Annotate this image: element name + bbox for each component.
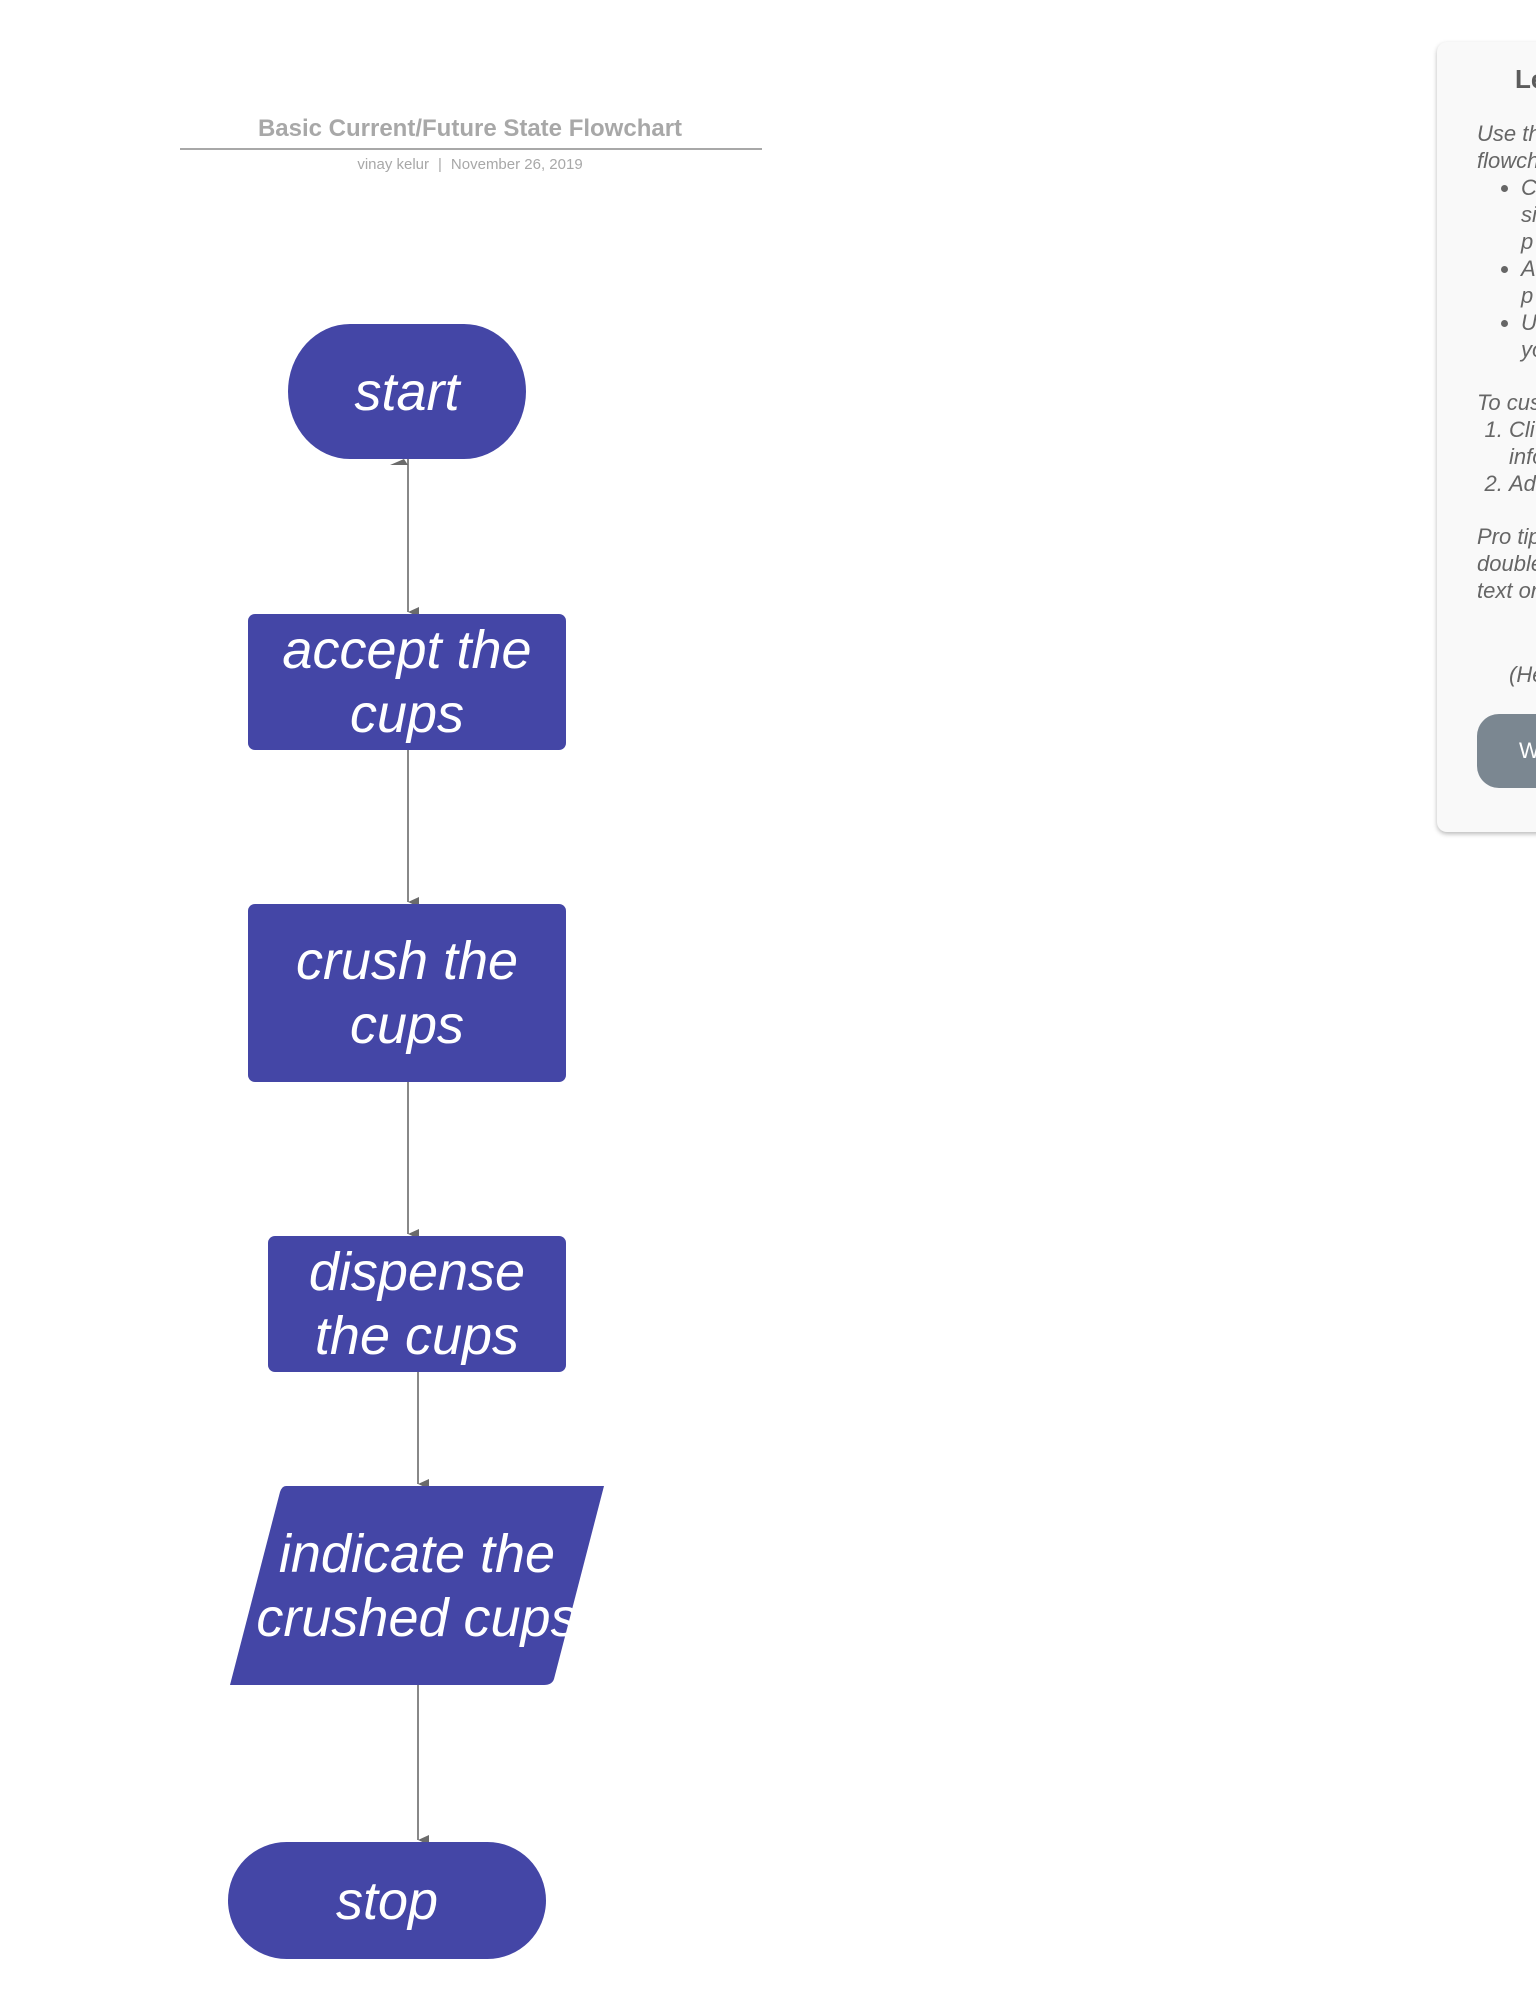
panel-step: Cli info xyxy=(1509,416,1536,470)
panel-pro-tip: Pro tip double text or xyxy=(1477,524,1536,603)
flowchart-canvas[interactable] xyxy=(0,0,1536,2000)
panel-heading: Le xyxy=(1515,64,1536,94)
panel-customize-intro: To cus xyxy=(1477,390,1536,415)
learn-panel[interactable]: Le Use th flowch C si p A p U yo To cus … xyxy=(1437,42,1536,832)
start-connector-tick xyxy=(390,459,408,465)
panel-bullet: U yo xyxy=(1521,309,1536,363)
flow-node-stop[interactable] xyxy=(228,1842,546,1959)
flow-node-accept[interactable] xyxy=(248,614,566,750)
flow-node-indicate[interactable] xyxy=(230,1486,604,1685)
panel-steps: Cli info Ad xyxy=(1477,416,1536,497)
panel-action-button[interactable]: W xyxy=(1477,714,1536,788)
panel-intro: Use th flowch xyxy=(1477,121,1536,173)
panel-step: Ad xyxy=(1509,470,1536,497)
panel-bullet: A p xyxy=(1521,255,1536,309)
panel-bullet: C si p xyxy=(1521,174,1536,255)
panel-bullets: C si p A p U yo xyxy=(1477,174,1536,363)
panel-help-link[interactable]: (He xyxy=(1509,662,1536,688)
panel-body: Use th flowch C si p A p U yo To cus Cli… xyxy=(1477,120,1536,604)
nodes-layer xyxy=(228,324,604,1959)
flow-node-start[interactable] xyxy=(288,324,526,459)
flow-node-crush[interactable] xyxy=(248,904,566,1082)
flow-node-dispense[interactable] xyxy=(268,1236,566,1372)
